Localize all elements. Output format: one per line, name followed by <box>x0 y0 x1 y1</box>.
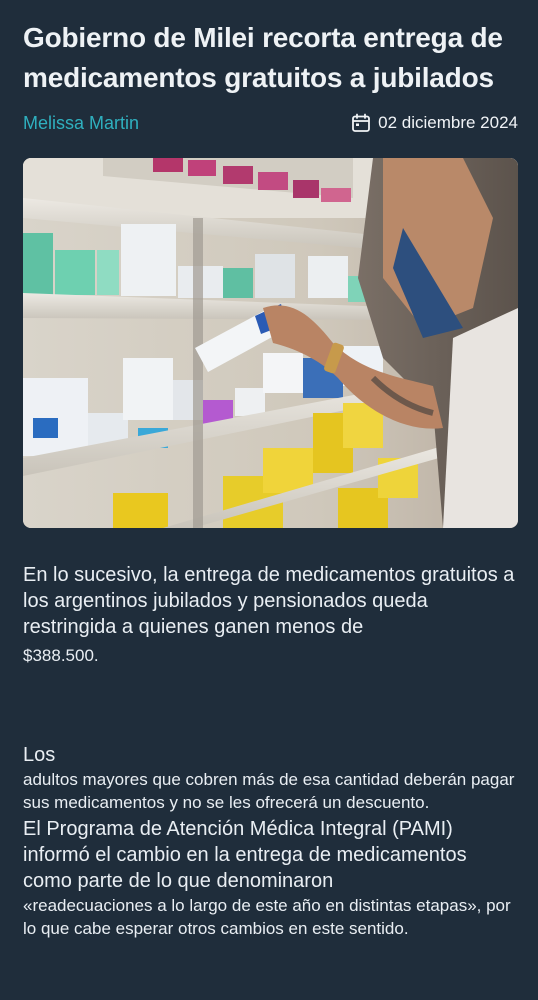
publish-date-text: 02 diciembre 2024 <box>378 113 518 132</box>
article-meta: Melissa Martin 02 diciembre 2024 <box>23 110 518 138</box>
paragraph: adultos mayores que cobren más de esa ca… <box>23 770 515 812</box>
article-body: En lo sucesivo, la entrega de medicament… <box>23 562 518 667</box>
paragraph: En lo sucesivo, la entrega de medicament… <box>23 564 515 638</box>
paragraph: El Programa de Atención Médica Integral … <box>23 818 467 892</box>
paragraph: «readecuaciones a lo largo de este año e… <box>23 896 511 938</box>
article-title: Gobierno de Milei recorta entrega de med… <box>23 22 503 93</box>
article-photo[interactable] <box>23 158 518 528</box>
calendar-icon <box>351 113 371 133</box>
paragraph: $388.500. <box>23 646 99 665</box>
author-link[interactable]: Melissa Martin <box>23 113 139 134</box>
publish-date: 02 diciembre 2024 <box>351 113 518 133</box>
paragraph: Los <box>23 744 56 766</box>
article-page: Gobierno de Milei recorta entrega de med… <box>0 0 538 1000</box>
article-body-2: Los adultos mayores que cobren más de es… <box>23 742 518 940</box>
